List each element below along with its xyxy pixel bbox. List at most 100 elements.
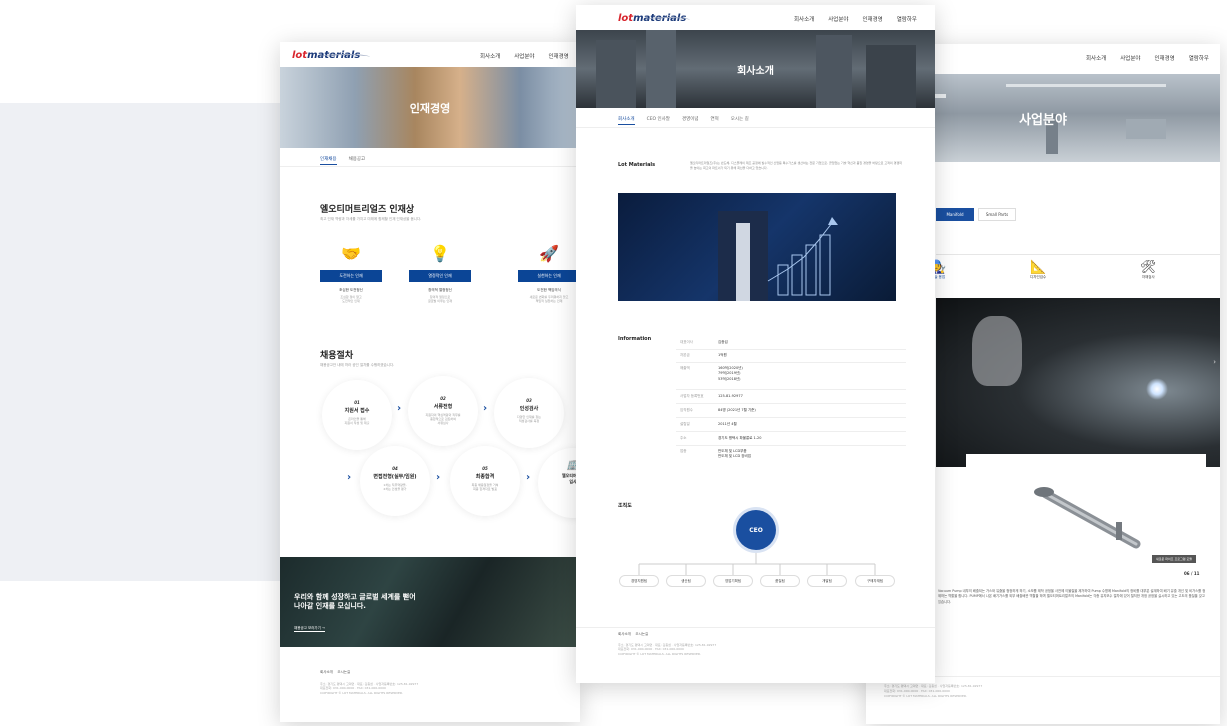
info-row: 매출액 160억(2020년) 79억(2019년) 53억(2018년) [680,366,743,381]
handshake-icon: 🤝 [341,244,361,263]
growth-chart-illustration [718,211,838,301]
banner-headline: 우리와 함께 성장하고 글로벌 세계를 뻗어 나아갈 인재를 모십니다. [294,593,416,611]
tab-ceo[interactable]: CEO 인사말 [647,116,670,125]
process-step: 04 면접전형(실무/임원) 1차는 직무역량을, 2차는 인성을 평가 [360,446,430,516]
welding-photo: › [936,298,1220,467]
value-button[interactable]: 도전하는 인재 [320,270,382,282]
info-row: 주소 경기도 평택시 파볼릉로 1-20 [680,436,762,440]
tab-about[interactable]: 회사소개 [618,116,635,125]
footer-info: 주소: 경기도 평택시 고덕면 · 대표: 김종섭 · 사업자등록번호: 125… [320,681,419,696]
value-desc: 조심함 정이 알고 도전적인 인재 [340,295,362,303]
hero-title: 사업분야 [1019,112,1067,128]
tab-small-parts[interactable]: Small Parts [978,208,1016,221]
process-step: 🏢 엘오티머트리 입사 [538,448,580,518]
process-title: 채용절차 [320,351,354,361]
sub-tabs: 회사소개 CEO 인사말 경영이념 연혁 오시는 길 [618,116,749,125]
product-tabs: Manifold Small Parts [936,208,1016,221]
chevron-right-icon: › [526,472,531,483]
hero-banner: 회사소개 [576,30,935,108]
chevron-right-icon: › [483,403,488,414]
process-step: 02 서류전형 지원자의 핵심역량과 직무를 종합적으로 검토하여 서류심사 [408,376,478,446]
org-ceo-node: CEO [736,510,776,550]
tab-location[interactable]: 오시는 길 [731,116,749,125]
nav-item[interactable]: 사업분야 [828,15,848,23]
info-row: 자본금 1억원 [680,353,727,357]
chevron-right-icon: › [436,472,441,483]
chevron-right-icon: › [397,403,402,414]
org-dept-node: 품질팀 [760,575,800,587]
talent-subtitle: 최고 인재 역량과 자세를 가지고 미래에 함께할 인재 인재상을 봅니다. [320,217,422,221]
nav-item[interactable]: 사업분야 [514,52,534,60]
main-nav: 회사소개 사업분야 인재경영 열람하우 [1086,54,1209,62]
value-button[interactable]: 열정적인 인재 [409,270,471,282]
org-dept-node: 영업기획팀 [713,575,753,587]
nav-item[interactable]: 열람하우 [897,15,917,23]
process-step: 05 최종합격 최종 채용일정을 거쳐 최종 합격자로 발표 [450,446,520,516]
tab-recruit[interactable]: 인재채용 [320,156,337,165]
value-desc: 새로운 변화를 두려워하지 않고 책임적 실천하는 인재 [529,295,569,303]
hero-title: 인재경영 [409,101,451,115]
rocket-icon: 🚀 [539,244,559,263]
info-row: 임직원수 84명 (2021년 7월 기준) [680,408,756,412]
footer-info: 주소: 경기도 평택시 고덕면 · 대표: 김종섭 · 사업자등록번호: 125… [884,684,983,698]
value-card-challenge: 🤝 도전하는 인재 조심한 도전정신 조심함 정이 알고 도전적인 인재 [320,244,382,303]
mockup-stage: 회사소개 사업분야 인재경영 열람하우 사업분야 Manifold Small … [0,0,1227,726]
footer-link[interactable]: 오시는길 [635,632,648,636]
info-row: 업종 반도체 및 LCD부품 반도체 및 LCD 장비업 [680,449,751,459]
category-inspection[interactable]: 🛠 자재검사 [1140,260,1157,280]
nav-item[interactable]: 회사소개 [1086,54,1106,62]
tab-philosophy[interactable]: 경영이념 [682,116,699,125]
org-dept-node: 생산팀 [666,575,706,587]
talent-title: 엘오티머트리얼즈 인재상 [320,205,415,215]
info-row: 설립일 2011년 4월 [680,422,737,426]
hero-title: 회사소개 [737,65,774,77]
company-page: lotmaterials 회사소개 사업분야 인재경영 열람하우 회사소개 회사… [576,5,935,683]
nav-item[interactable]: 회사소개 [480,52,500,60]
org-dept-node: 경영지원팀 [619,575,659,587]
section-label: Lot Materials [618,162,656,168]
sub-tabs: 인재채용 채용공고 [320,156,365,165]
company-intro: 엘오티머트리얼즈(주)는 반도체, 디스플레이 제조 공정에 필수적인 산업용 … [690,161,902,170]
value-button[interactable]: 실천하는 인재 [518,270,580,282]
nav-item[interactable]: 열람하우 [1189,54,1209,62]
category-design[interactable]: 📐 디자인검수 [1030,260,1046,280]
footer-link[interactable]: 오시는길 [337,670,350,674]
value-card-passion: 💡 열정적인 인재 창의적 열정정신 창의적 열정으로 글로벌 이루는 인재 [409,244,471,303]
main-nav: 회사소개 사업분야 인재경영 [480,52,569,60]
org-dept-node: 개발팀 [807,575,847,587]
chevron-right-icon: › [347,472,352,483]
image-caption: 새로운 파이프 프로그램 모듈 [1152,555,1196,563]
talent-page: lotmaterials 회사소개 사업분야 인재경영 인재경영 인재채용 채용… [280,42,580,722]
tab-notice[interactable]: 채용공고 [349,156,366,165]
footer-info: 주소: 경기도 평택시 고덕면 · 대표: 김종섭 · 사업자등록번호: 125… [618,642,717,657]
main-nav: 회사소개 사업분야 인재경영 열람하우 [794,15,917,23]
product-description: Vacuum Pump 내부의 배출되는 가스와 유출을 청정하게 하기, 소모… [938,589,1206,604]
category-label: 디자인검수 [1030,275,1047,279]
value-heading: 창의적 열정정신 [428,288,452,292]
tab-history[interactable]: 연혁 [711,116,719,125]
hero-banner: 인재경영 [280,67,580,148]
org-dept-node: 구매자재팀 [855,575,895,587]
category-label: 자재검사 [1141,275,1155,279]
process-subtitle: 채용공고안 내에 따라 공인 절차를 수행하겠습니다. [320,363,395,367]
process-step: 03 인성검사 다양한 인재를 찾는 적성검사를 측정 [494,378,564,448]
value-desc: 창의적 열정으로 글로벌 이루는 인재 [428,295,452,303]
nav-item[interactable]: 인재경영 [1155,54,1175,62]
nav-item[interactable]: 인재경영 [549,52,569,60]
section-label: Information [618,336,652,342]
footer-link[interactable]: 회사소개 [618,632,631,636]
info-row: 사업자 등록번호 125-81-92977 [680,394,743,398]
tab-manifold[interactable]: Manifold [936,208,974,221]
nav-item[interactable]: 인재경영 [863,15,883,23]
nav-item[interactable]: 회사소개 [794,15,814,23]
business-growth-photo [618,193,896,301]
chevron-right-icon[interactable]: › [1213,358,1216,366]
footer-link[interactable]: 회사소개 [320,670,333,674]
footer: 회사소개 오시는길 주소: 경기도 평택시 고덕면 · 대표: 김종섭 · 사업… [320,670,418,696]
nav-item[interactable]: 사업분야 [1120,54,1140,62]
process-step: 01 지원서 접수 온라인을 통해 지원서 작성 및 제출 [322,380,392,450]
design-icon: 📐 [1030,260,1047,275]
value-card-execution: 🚀 실천하는 인재 도전한 책임의식 새로운 변화를 두려워하지 않고 책임적 … [518,244,580,303]
banner-link[interactable]: 채용공고 보러가기 → [294,626,325,632]
lightbulb-icon: 💡 [430,244,450,263]
